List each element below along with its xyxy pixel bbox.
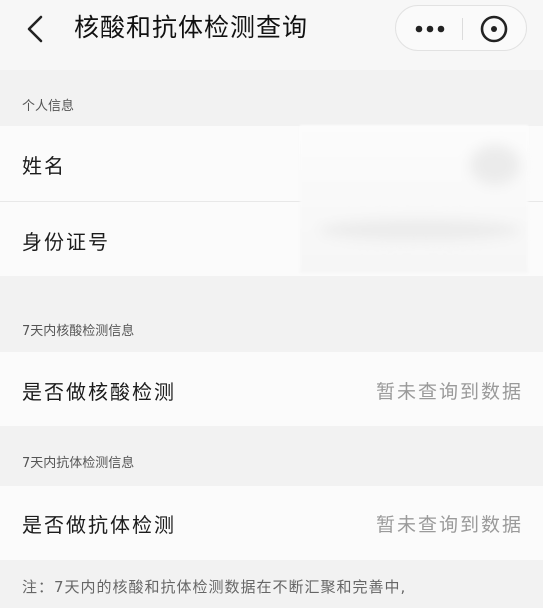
more-dots-icon[interactable] [410,17,450,41]
section-title-personal: 个人信息 [22,99,75,114]
top-navigation-bar: 核酸和抗体检测查询 [0,0,543,70]
nucleic-test-label: 是否做核酸检测 [22,380,176,404]
antibody-test-label: 是否做抗体检测 [22,513,176,537]
redacted-personal-data [300,125,528,273]
footer-note: 注：7天内的核酸和抗体检测数据在不断汇聚和完善中, [22,578,407,596]
id-number-label: 身份证号 [22,230,110,254]
section-title-antibody: 7天内抗体检测信息 [22,456,135,471]
antibody-test-value: 暂未查询到数据 [375,514,523,536]
chevron-left-icon[interactable] [22,14,52,44]
section-header-personal: 个人信息 [0,70,543,126]
section-header-nucleic: 7天内核酸检测信息 [0,276,543,352]
mini-program-capsule [395,5,527,51]
capsule-divider [462,18,463,40]
nucleic-test-value: 暂未查询到数据 [375,381,523,403]
close-circle-icon[interactable] [478,13,510,45]
nucleic-test-row: 是否做核酸检测 暂未查询到数据 [0,352,543,426]
name-label: 姓名 [22,154,66,178]
section-title-nucleic: 7天内核酸检测信息 [22,324,135,339]
section-header-antibody: 7天内抗体检测信息 [0,426,543,486]
antibody-test-row: 是否做抗体检测 暂未查询到数据 [0,486,543,560]
page-title: 核酸和抗体检测查询 [74,13,309,42]
